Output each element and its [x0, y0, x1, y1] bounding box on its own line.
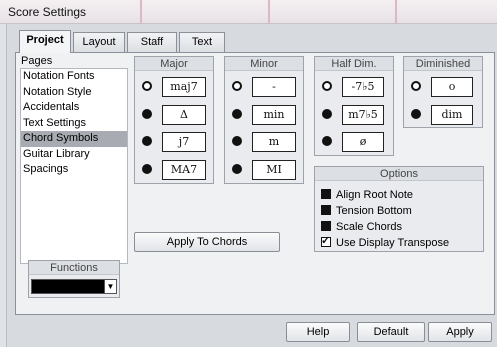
major-symbol-j7[interactable]: j7 — [162, 132, 206, 152]
dialog-content: Project Layout Staff Text Pages Notation… — [6, 24, 497, 347]
tab-staff[interactable]: Staff — [127, 32, 177, 52]
apply-to-chords-button[interactable]: Apply To Chords — [134, 232, 280, 252]
major-radio-delta[interactable] — [142, 109, 152, 119]
titlebar-decoration — [395, 0, 397, 24]
half-dim-group: Half Dim. -7♭5 m7♭5 ø — [314, 56, 394, 156]
minor-group: Minor - min m MI — [224, 56, 304, 184]
option-align-root-note[interactable]: Align Root Note — [321, 188, 413, 202]
diminished-symbol-dim[interactable]: dim — [431, 105, 473, 125]
checkbox-use-display-transpose[interactable] — [321, 234, 331, 248]
minor-radio-min[interactable] — [232, 109, 242, 119]
help-button[interactable]: Help — [286, 322, 350, 342]
option-scale-chords-label: Scale Chords — [336, 221, 403, 233]
option-use-display-transpose-label: Use Display Transpose — [336, 237, 450, 249]
checkbox-tension-bottom[interactable] — [321, 205, 331, 215]
half-dim-symbol-7b5[interactable]: -7♭5 — [342, 77, 384, 97]
option-scale-chords[interactable]: Scale Chords — [321, 220, 402, 234]
title-bar: Score Settings — [0, 0, 497, 24]
diminished-radio-dim[interactable] — [411, 109, 421, 119]
tab-layout-label: Layout — [82, 36, 116, 48]
major-radio-j7[interactable] — [142, 136, 152, 146]
minor-symbol-dash[interactable]: - — [252, 77, 296, 97]
major-symbol-delta[interactable]: Δ — [162, 105, 206, 125]
options-group: Options Align Root Note Tension Bottom S… — [314, 166, 484, 252]
minor-symbol-m[interactable]: m — [252, 132, 296, 152]
half-dim-radio-slashed-o[interactable] — [322, 136, 332, 146]
option-tension-bottom[interactable]: Tension Bottom — [321, 204, 412, 218]
major-group: Major maj7 Δ j7 MA7 — [134, 56, 214, 184]
half-dim-radio-7b5[interactable] — [322, 81, 332, 91]
tab-project[interactable]: Project — [19, 30, 71, 53]
titlebar-decoration — [268, 0, 270, 24]
half-dim-symbol-slashed-o[interactable]: ø — [342, 132, 384, 152]
tab-text[interactable]: Text — [179, 32, 225, 52]
functions-group-label: Functions — [29, 261, 119, 275]
pages-list[interactable]: Notation Fonts Notation Style Accidental… — [20, 68, 128, 264]
diminished-group-label: Diminished — [404, 57, 482, 71]
minor-radio-m[interactable] — [232, 136, 242, 146]
minor-radio-dash[interactable] — [232, 81, 242, 91]
page-item-accidentals[interactable]: Accidentals — [21, 100, 127, 116]
options-group-label: Options — [315, 167, 483, 181]
page-item-notation-style[interactable]: Notation Style — [21, 85, 127, 101]
functions-group: Functions ▼ — [28, 260, 120, 298]
option-use-display-transpose[interactable]: Use Display Transpose — [321, 234, 450, 250]
diminished-group: Diminished o dim — [403, 56, 483, 128]
apply-button[interactable]: Apply — [428, 322, 492, 342]
page-item-text-settings[interactable]: Text Settings — [21, 116, 127, 132]
default-button[interactable]: Default — [357, 322, 425, 342]
major-radio-maj7[interactable] — [142, 81, 152, 91]
option-tension-bottom-label: Tension Bottom — [336, 205, 412, 217]
minor-symbol-min[interactable]: min — [252, 105, 296, 125]
diminished-symbol-o[interactable]: o — [431, 77, 473, 97]
tab-staff-label: Staff — [140, 36, 164, 48]
pages-header: Pages — [21, 55, 53, 67]
minor-radio-mi[interactable] — [232, 164, 242, 174]
half-dim-group-label: Half Dim. — [315, 57, 393, 71]
major-symbol-maj7[interactable]: maj7 — [162, 77, 206, 97]
option-align-root-note-label: Align Root Note — [336, 189, 414, 201]
minor-symbol-mi[interactable]: MI — [252, 160, 296, 180]
diminished-radio-o[interactable] — [411, 81, 421, 91]
window-title: Score Settings — [8, 5, 87, 19]
page-item-notation-fonts[interactable]: Notation Fonts — [21, 69, 127, 85]
checkbox-scale-chords[interactable] — [321, 221, 331, 231]
page-item-spacings[interactable]: Spacings — [21, 162, 127, 178]
minor-group-label: Minor — [225, 57, 303, 71]
page-item-chord-symbols[interactable]: Chord Symbols — [21, 131, 127, 147]
checkbox-align-root-note[interactable] — [321, 189, 331, 199]
titlebar-decoration — [140, 0, 142, 24]
major-symbol-ma7[interactable]: MA7 — [162, 160, 206, 180]
half-dim-radio-m7b5[interactable] — [322, 109, 332, 119]
major-group-label: Major — [135, 57, 213, 71]
half-dim-symbol-m7b5[interactable]: m7♭5 — [342, 105, 384, 125]
tab-text-label: Text — [191, 36, 213, 48]
tab-project-label: Project — [26, 34, 64, 46]
functions-select[interactable]: ▼ — [31, 279, 117, 294]
dropdown-arrow-icon[interactable]: ▼ — [104, 280, 116, 293]
page-item-guitar-library[interactable]: Guitar Library — [21, 147, 127, 163]
major-radio-ma7[interactable] — [142, 164, 152, 174]
score-settings-window: Score Settings Project Layout Staff Text… — [0, 0, 497, 347]
tab-layout[interactable]: Layout — [73, 32, 125, 52]
